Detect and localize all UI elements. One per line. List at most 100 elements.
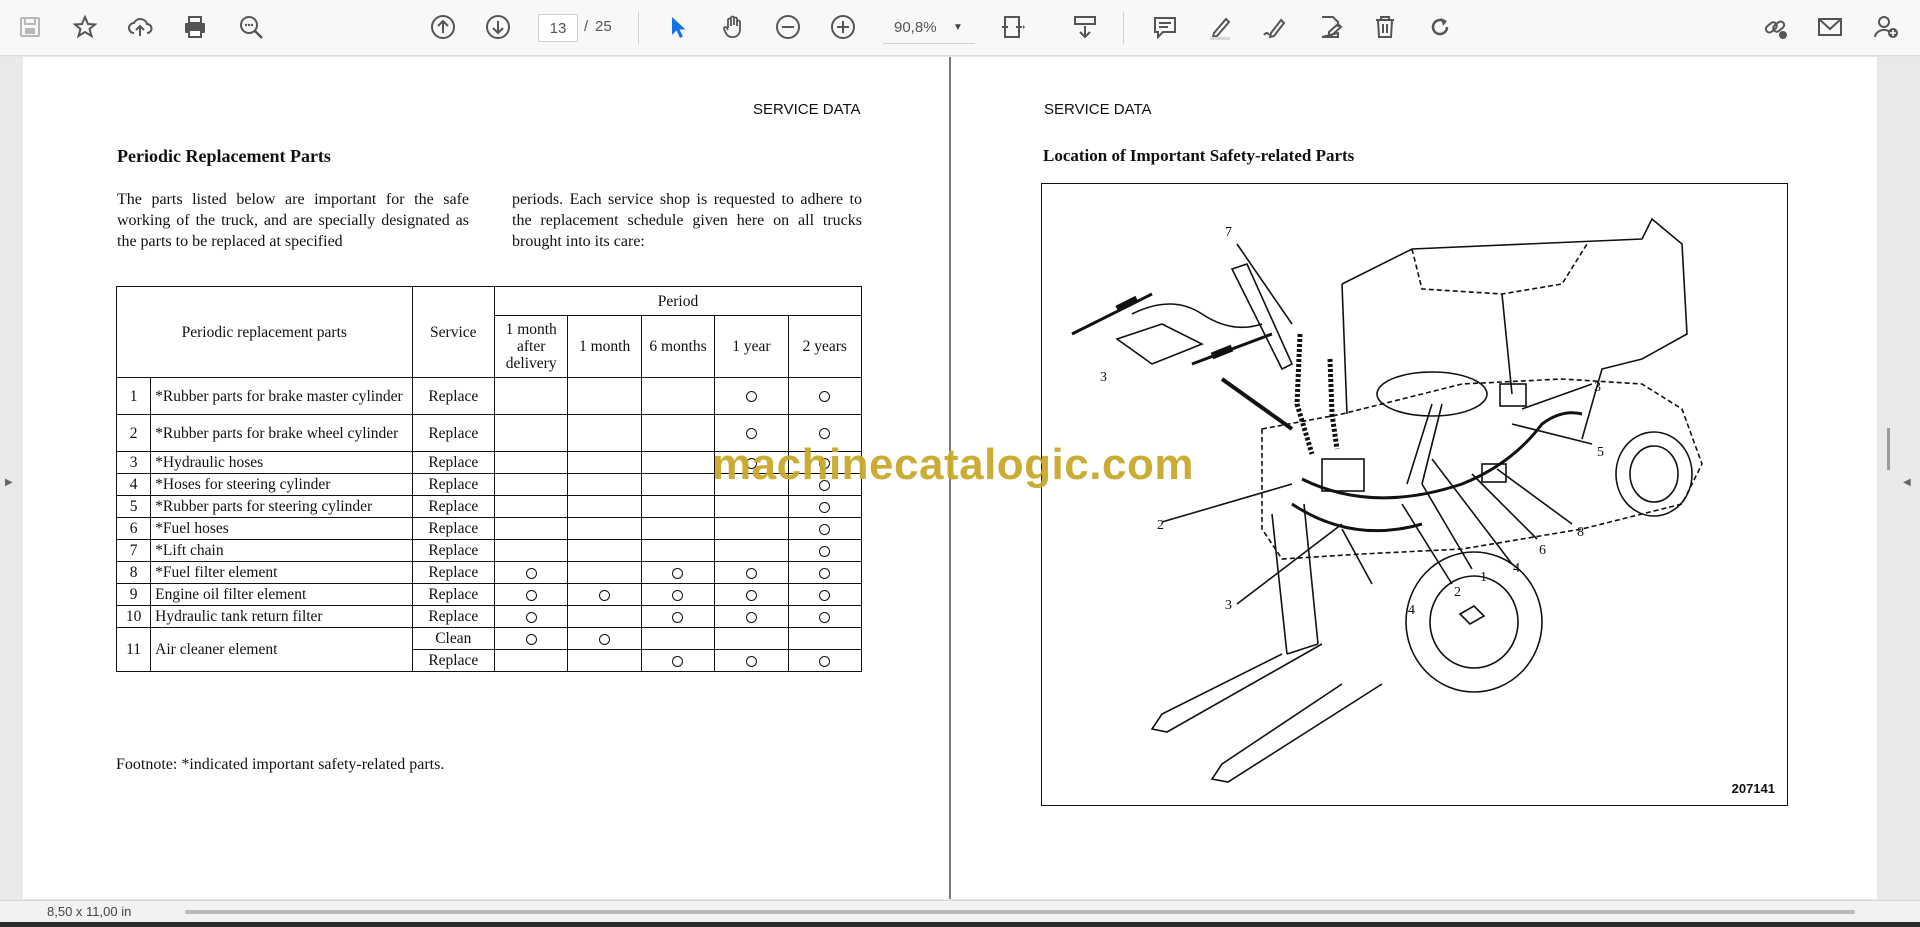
period-header: 1 month after delivery (493, 315, 569, 378)
delete-trash-icon[interactable] (1367, 9, 1403, 45)
period-mark-cell (787, 539, 863, 562)
taskbar-edge (0, 922, 1920, 927)
callout-label: 2 (1454, 585, 1461, 600)
fill-sign-icon[interactable] (1312, 9, 1348, 45)
column-header-service: Service (411, 286, 496, 378)
service-type: Replace (411, 473, 496, 496)
table-header-row: Periodic replacement parts Service Perio… (116, 286, 862, 378)
row-number: 8 (115, 561, 152, 584)
horizontal-scrollbar[interactable] (185, 910, 1855, 914)
table-row: 10 Hydraulic tank return filter Replace (115, 605, 863, 628)
period-mark-cell (787, 627, 863, 650)
part-name: *Rubber parts for steering cylinder (150, 495, 413, 518)
replace-mark-circle (525, 589, 537, 601)
period-mark-cell (640, 539, 716, 562)
period-mark-cell (567, 451, 642, 474)
period-mark-cell (714, 495, 789, 518)
part-name: *Hoses for steering cylinder (150, 473, 413, 496)
period-mark-cell (493, 451, 569, 474)
page-fit-icon[interactable] (995, 9, 1031, 45)
replace-mark-circle (819, 567, 831, 579)
row-number: 3 (115, 451, 152, 474)
table-row: 5 *Rubber parts for steering cylinder Repl… (115, 495, 863, 518)
page-separator: / (584, 18, 589, 35)
replace-mark-circle (745, 589, 757, 601)
table-row: 7 *Lift chain Replace (115, 539, 863, 562)
rotate-icon[interactable] (1422, 9, 1458, 45)
page-number-input[interactable] (538, 14, 578, 42)
zoom-in-icon[interactable] (825, 9, 861, 45)
document-viewer[interactable]: ▶ ◀ SERVICE DATA Periodic Replacement Pa… (0, 57, 1920, 900)
vertical-scrollbar[interactable] (1887, 428, 1890, 470)
callout-label: 3 (1225, 598, 1232, 613)
period-mark-cell (640, 649, 716, 672)
part-name: *Fuel filter element (150, 561, 413, 584)
period-mark-cell (567, 495, 642, 518)
save-icon[interactable] (12, 9, 48, 45)
period-mark-cell (714, 517, 789, 540)
replace-mark-circle (745, 655, 757, 667)
previous-page-icon[interactable] (425, 9, 461, 45)
service-type: Replace (411, 517, 496, 540)
period-mark-cell (714, 649, 789, 672)
period-header: 1 year (714, 315, 789, 378)
callout-label: 4 (1513, 561, 1520, 576)
zoom-out-icon[interactable] (770, 9, 806, 45)
comment-icon[interactable] (1147, 9, 1183, 45)
intro-column-1: The parts listed below are important for… (117, 191, 469, 250)
replace-mark-circle (745, 428, 757, 440)
replace-mark-circle (745, 567, 757, 579)
draw-icon[interactable] (1257, 9, 1293, 45)
hand-tool-icon[interactable] (715, 9, 751, 45)
print-icon[interactable] (177, 9, 213, 45)
part-name: Engine oil filter element (150, 583, 413, 606)
page-title: Periodic Replacement Parts (117, 146, 331, 166)
row-number: 7 (115, 539, 152, 562)
period-mark-cell (493, 649, 569, 672)
period-mark-cell (640, 473, 716, 496)
period-mark-cell (493, 473, 569, 496)
email-icon[interactable] (1812, 9, 1848, 45)
part-name: *Rubber parts for brake master cylinder (150, 377, 413, 415)
period-mark-cell (493, 583, 569, 606)
scroll-mode-icon[interactable] (1067, 9, 1103, 45)
share-link-icon[interactable] (1757, 9, 1793, 45)
column-header-period: Period (494, 286, 862, 316)
right-panel-toggle-icon[interactable]: ◀ (1903, 477, 1911, 488)
replace-mark-circle (819, 589, 831, 601)
service-type: Clean (411, 627, 496, 650)
next-page-icon[interactable] (480, 9, 516, 45)
column-header-parts: Periodic replacement parts (116, 286, 413, 378)
period-mark-cell (493, 414, 569, 452)
period-mark-cell (567, 627, 642, 650)
left-panel-toggle-icon[interactable]: ▶ (5, 477, 13, 488)
service-type: Replace (411, 495, 496, 518)
zoom-dropdown[interactable]: 90,8% ▼ (883, 12, 975, 44)
table-row: 8 *Fuel filter element Replace (115, 561, 863, 584)
service-type: Replace (411, 377, 496, 415)
zoom-search-icon[interactable] (233, 9, 269, 45)
select-cursor-icon[interactable] (660, 9, 696, 45)
replace-mark-circle (819, 391, 831, 403)
upload-cloud-icon[interactable] (122, 9, 158, 45)
period-mark-cell (787, 583, 863, 606)
page-title: Location of Important Safety-related Par… (1043, 146, 1355, 165)
table-row: 6 *Fuel hoses Replace (115, 517, 863, 540)
callout-label: 3 (1100, 370, 1107, 385)
highlight-pen-icon[interactable] (1202, 9, 1238, 45)
part-name: Air cleaner element (150, 627, 413, 672)
replace-mark-circle (525, 633, 537, 645)
period-mark-cell (567, 583, 642, 606)
table-row: 11 Air cleaner element Clean (115, 627, 863, 672)
add-user-icon[interactable] (1868, 9, 1904, 45)
row-number: 4 (115, 473, 152, 496)
period-mark-cell (787, 649, 863, 672)
bookmark-star-icon[interactable] (67, 9, 103, 45)
service-type: Replace (411, 649, 496, 672)
service-type: Replace (411, 539, 496, 562)
replace-mark-circle (525, 567, 537, 579)
replace-mark-circle (819, 545, 831, 557)
replace-mark-circle (672, 611, 684, 623)
service-type: Replace (411, 605, 496, 628)
part-name: *Lift chain (150, 539, 413, 562)
